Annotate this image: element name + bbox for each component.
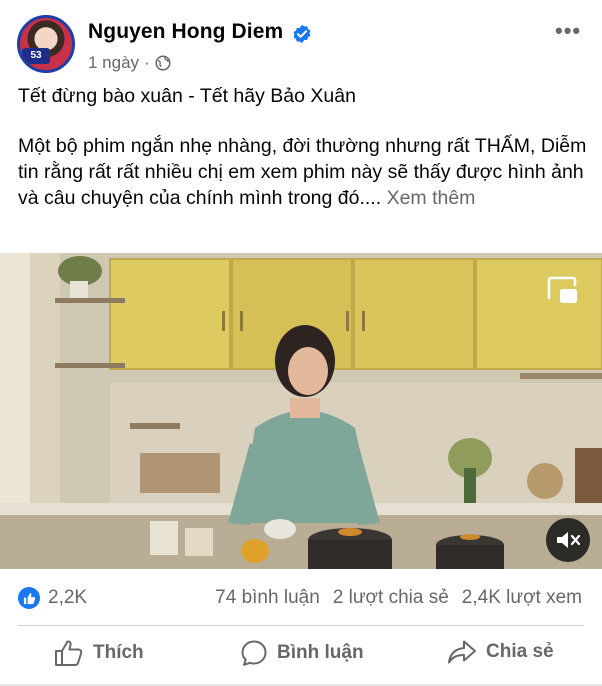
view-count: 2,4K lượt xem [461, 587, 582, 608]
share-button[interactable]: Chia sẻ [447, 639, 554, 665]
meta-separator: · [144, 53, 150, 72]
post-body-text: Một bộ phim ngắn nhẹ nhàng, đời thường n… [18, 135, 587, 209]
like-reaction-icon[interactable] [18, 587, 40, 609]
mute-button[interactable] [546, 518, 590, 562]
post-stats: 2,2K 74 bình luận 2 lượt chia sẻ 2,4K lư… [0, 583, 602, 615]
post-header: 53 Nguyen Hong Diem 1 ngày · ••• [0, 0, 602, 80]
verified-icon [293, 24, 311, 44]
post-title-line: Tết đừng bào xuân - Tết hãy Bảo Xuân [18, 85, 356, 107]
picture-in-picture-icon[interactable] [546, 276, 580, 306]
comment-count[interactable]: 74 bình luận [215, 587, 320, 609]
video-frame [0, 253, 602, 569]
thumbs-up-icon [55, 640, 83, 666]
author-avatar[interactable]: 53 [17, 15, 75, 73]
avatar-badge: 53 [22, 48, 50, 64]
share-label: Chia sẻ [486, 641, 554, 662]
globe-icon [155, 55, 171, 71]
share-count[interactable]: 2 lượt chia sẻ [333, 587, 449, 609]
comment-label: Bình luận [277, 642, 364, 663]
actions-divider [18, 625, 584, 626]
like-label: Thích [93, 642, 144, 663]
video-player[interactable] [0, 253, 602, 569]
post-body: Một bộ phim ngắn nhẹ nhàng, đời thường n… [18, 133, 588, 211]
like-button[interactable]: Thích [54, 639, 144, 667]
comment-bubble-icon [241, 640, 267, 666]
mute-icon [557, 532, 581, 548]
stats-right: 74 bình luận 2 lượt chia sẻ 2,4K lượt xe… [215, 587, 582, 609]
like-count[interactable]: 2,2K [48, 587, 87, 609]
see-more-link[interactable]: Xem thêm [387, 187, 476, 209]
action-bar: Thích Bình luận Chia sẻ [0, 632, 602, 678]
more-options-icon[interactable]: ••• [555, 18, 581, 44]
post-meta: 1 ngày · [88, 53, 171, 73]
author-name[interactable]: Nguyen Hong Diem [88, 20, 283, 44]
comment-button[interactable]: Bình luận [240, 639, 364, 667]
post-time[interactable]: 1 ngày [88, 53, 139, 73]
share-arrow-icon [448, 640, 476, 664]
